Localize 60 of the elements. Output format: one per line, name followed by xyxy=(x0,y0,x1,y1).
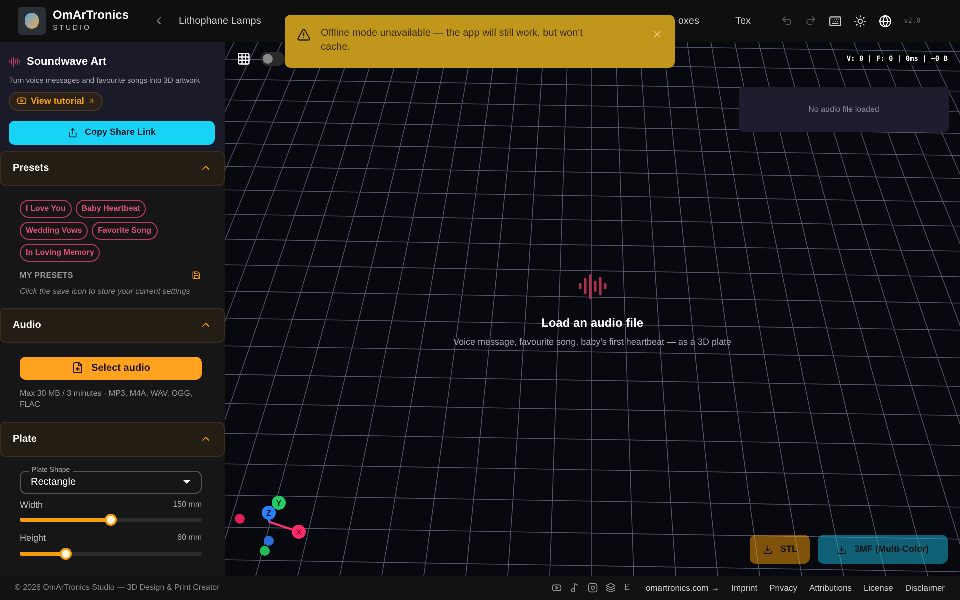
instagram-icon[interactable] xyxy=(588,583,598,593)
slider-thumb[interactable] xyxy=(105,514,117,526)
slider-label: Width xyxy=(20,498,44,512)
share-icon xyxy=(68,128,78,138)
footer-link[interactable]: Attributions xyxy=(809,582,852,594)
file-upload-icon xyxy=(72,362,84,374)
my-presets-label: MY PRESETS xyxy=(20,270,74,282)
dropdown-caret-icon xyxy=(183,480,191,484)
footer-link[interactable]: omartronics.com → xyxy=(646,582,720,594)
app-title: Soundwave Art xyxy=(27,55,107,70)
select-audio-button[interactable]: Select audio xyxy=(20,356,202,380)
footer-link[interactable]: Privacy xyxy=(770,582,798,594)
preset-chip[interactable]: I Love You xyxy=(20,200,72,218)
section-header[interactable]: Presets xyxy=(0,150,225,186)
slider-track[interactable] xyxy=(20,513,202,528)
empty-state-title: Load an audio file xyxy=(541,315,644,332)
video-icon xyxy=(17,96,27,106)
slider-thumb[interactable] xyxy=(60,548,72,560)
slider-track[interactable] xyxy=(20,546,202,561)
grid-icon[interactable] xyxy=(237,52,251,66)
layers-icon[interactable] xyxy=(606,583,616,593)
music-note-icon[interactable] xyxy=(570,583,580,593)
nav-tab[interactable]: Tex xyxy=(735,14,752,28)
preset-chip[interactable]: Wedding Vows xyxy=(20,222,88,240)
presets-hint: Click the save icon to store your current settings xyxy=(20,286,192,298)
slider-label: Height xyxy=(20,532,46,546)
download-icon xyxy=(762,544,772,554)
copy-share-link-button[interactable]: Copy Share Link xyxy=(9,120,215,145)
globe-icon[interactable] xyxy=(879,14,892,28)
audio-panel: No audio file loaded xyxy=(739,87,949,132)
preset-chip[interactable]: In Loving Memory xyxy=(20,244,100,262)
nav-tab[interactable]: oxes xyxy=(678,14,700,28)
download-icon xyxy=(837,544,847,554)
view-tutorial-button[interactable]: View tutorial xyxy=(9,92,104,111)
footer-link[interactable]: License xyxy=(864,582,894,594)
soundwave-icon xyxy=(578,272,608,302)
footer-link[interactable]: Imprint xyxy=(732,582,758,594)
warning-icon xyxy=(297,28,311,42)
section-header[interactable]: Plate xyxy=(0,422,225,457)
nav-tab[interactable]: Lithophane Lamps xyxy=(179,14,262,28)
toggle-switch[interactable] xyxy=(261,52,285,66)
preset-chip[interactable]: Baby Heartbeat xyxy=(76,200,146,218)
audio-limits-note: Max 30 MB / 3 minutes · MP3, M4A, WAV, OGG, FLAC xyxy=(20,388,194,410)
preset-chip[interactable]: Favorite Song xyxy=(92,222,158,240)
copyright-text: © 2026 OmArTronics Studio — 3D Design & Print Creator xyxy=(15,582,220,594)
video-icon[interactable] xyxy=(552,583,562,593)
slider-reading: 150 mm xyxy=(173,498,202,511)
toast-message: Offline mode unavailable — the app will still work, but won't cache. xyxy=(321,27,584,55)
external-link-icon xyxy=(88,98,96,105)
save-icon[interactable] xyxy=(192,271,201,280)
soundwave-icon xyxy=(9,56,21,68)
empty-state-text: Voice message, favourite song, baby’s first heartbeat — as a 3D plate xyxy=(454,336,732,349)
letter-logo-link[interactable]: E xyxy=(624,581,630,595)
brand-name: OmArTronics xyxy=(53,8,130,22)
footer-link[interactable]: Disclaimer xyxy=(905,582,945,594)
section-header[interactable]: Audio xyxy=(0,308,225,343)
keyboard-icon[interactable] xyxy=(829,14,842,28)
axis-gizmo-drawing: Z Y X xyxy=(233,496,313,564)
slider-reading: 60 mm xyxy=(178,532,202,544)
sun-icon[interactable] xyxy=(854,14,868,28)
